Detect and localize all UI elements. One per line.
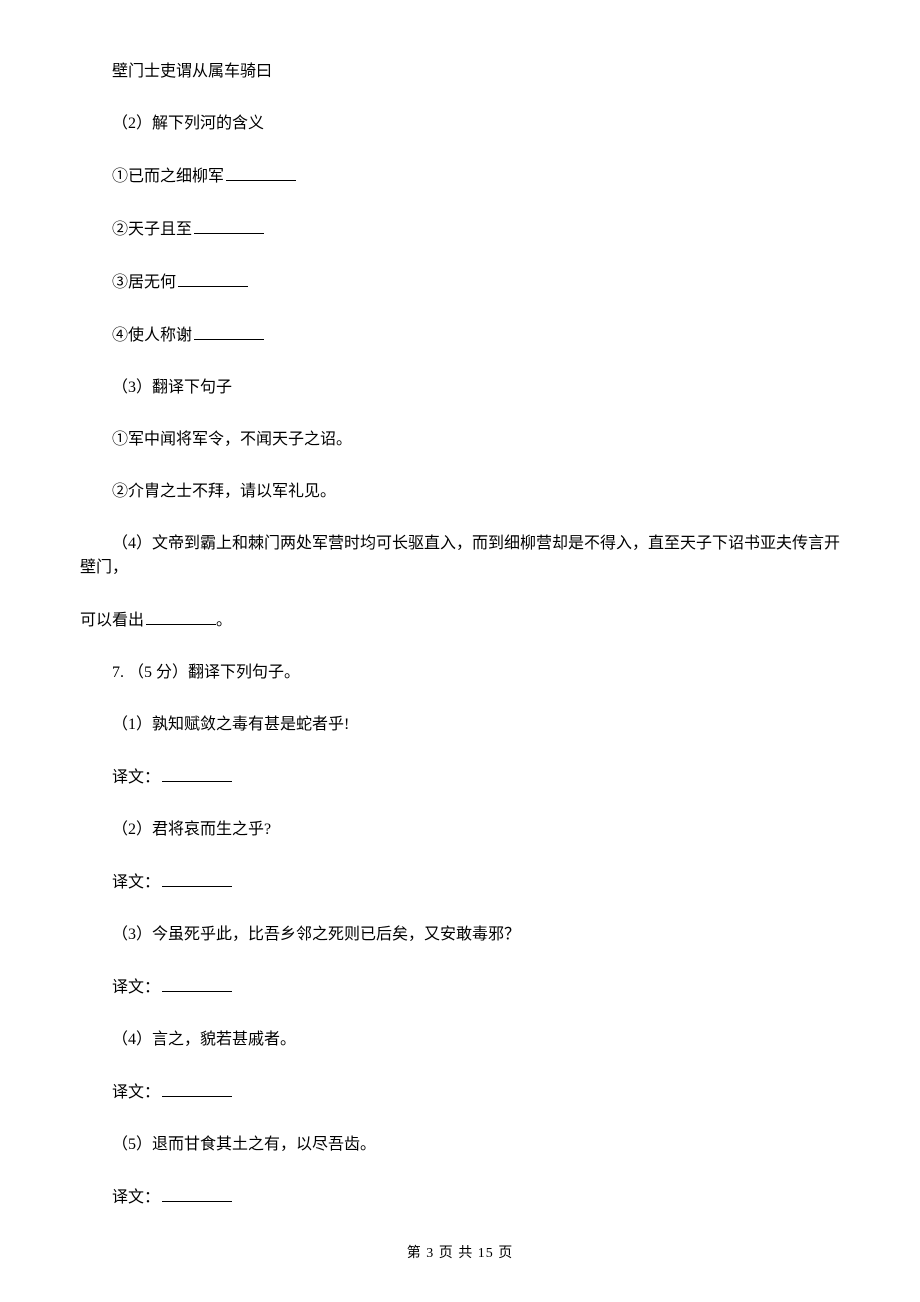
fill-blank[interactable] — [178, 270, 248, 287]
page-container: 壁门士吏谓从属车骑曰 （2）解下列河的含义 ①已而之细柳军 ②天子且至 ③居无何… — [0, 0, 920, 1302]
fill-blank[interactable] — [162, 1185, 232, 1202]
text-line: 译文： — [80, 1080, 840, 1105]
text-fragment: ④使人称谢 — [112, 327, 192, 344]
text-fragment: 译文： — [112, 1189, 160, 1206]
text-line: 译文： — [80, 1185, 840, 1210]
text-line: ④使人称谢 — [80, 323, 840, 348]
footer-mid: 页 共 — [434, 1246, 478, 1261]
text-line: （2）君将哀而生之乎? — [80, 818, 840, 842]
fill-blank[interactable] — [146, 608, 216, 625]
text-fragment: 译文： — [112, 874, 160, 891]
text-line: 译文： — [80, 975, 840, 1000]
text-line: （3）今虽死乎此，比吾乡邻之死则已后矣，又安敢毒邪？ — [80, 923, 840, 947]
footer-prefix: 第 — [407, 1246, 427, 1261]
footer-total-pages: 15 — [478, 1246, 494, 1261]
text-line: ①军中闻将军令，不闻天子之诏。 — [80, 428, 840, 452]
fill-blank[interactable] — [162, 975, 232, 992]
text-line: （5）退而甘食其土之有，以尽吾齿。 — [80, 1133, 840, 1157]
text-fragment: ②天子且至 — [112, 221, 192, 238]
text-fragment: 译文： — [112, 1084, 160, 1101]
footer-suffix: 页 — [494, 1246, 514, 1261]
text-line: ②介胄之士不拜，请以军礼见。 — [80, 480, 840, 504]
text-fragment: ①已而之细柳军 — [112, 168, 224, 185]
text-fragment: 。 — [216, 612, 232, 629]
text-line: 译文： — [80, 870, 840, 895]
text-line: （3）翻译下句子 — [80, 376, 840, 400]
fill-blank[interactable] — [162, 1080, 232, 1097]
page-footer: 第 3 页 共 15 页 — [0, 1242, 920, 1262]
text-line: ②天子且至 — [80, 217, 840, 242]
text-fragment: ③居无何 — [112, 274, 176, 291]
fill-blank[interactable] — [162, 870, 232, 887]
text-line: 可以看出 。 — [80, 608, 840, 633]
text-fragment: 可以看出 — [80, 612, 144, 629]
text-line: 译文： — [80, 765, 840, 790]
text-line: ①已而之细柳军 — [80, 164, 840, 189]
text-line: 7. （5 分）翻译下列句子。 — [80, 661, 840, 685]
text-line: 壁门士吏谓从属车骑曰 — [80, 60, 840, 84]
fill-blank[interactable] — [194, 217, 264, 234]
text-fragment: 译文： — [112, 769, 160, 786]
text-line: （1）孰知赋敛之毒有甚是蛇者乎! — [80, 713, 840, 737]
fill-blank[interactable] — [162, 765, 232, 782]
text-line: （2）解下列河的含义 — [80, 112, 840, 136]
text-line: （4）文帝到霸上和棘门两处军营时均可长驱直入，而到细柳营却是不得入，直至天子下诏… — [80, 532, 840, 580]
text-line: ③居无何 — [80, 270, 840, 295]
text-fragment: 译文： — [112, 979, 160, 996]
fill-blank[interactable] — [226, 164, 296, 181]
text-line: （4）言之，貌若甚戚者。 — [80, 1028, 840, 1052]
fill-blank[interactable] — [194, 323, 264, 340]
